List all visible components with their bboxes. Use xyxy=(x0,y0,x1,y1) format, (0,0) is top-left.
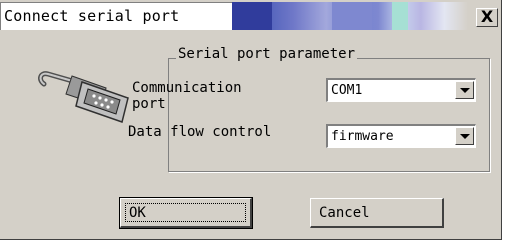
title-bar-gradient xyxy=(232,2,468,30)
communication-port-label-line1: Communication xyxy=(132,80,242,96)
chevron-down-icon[interactable] xyxy=(455,127,474,145)
serial-connector-icon xyxy=(38,71,129,123)
serial-port-parameter-group xyxy=(168,58,490,172)
cancel-button-label: Cancel xyxy=(319,205,370,221)
communication-port-select[interactable]: COM1 xyxy=(326,78,476,102)
group-title: Serial port parameter xyxy=(176,46,358,62)
communication-port-value: COM1 xyxy=(331,83,363,98)
ok-button[interactable]: OK xyxy=(119,197,253,229)
chevron-down-icon[interactable] xyxy=(455,81,474,99)
communication-port-label-line2: port xyxy=(132,96,166,112)
data-flow-control-label: Data flow control xyxy=(128,124,272,140)
ok-button-label: OK xyxy=(129,205,146,221)
data-flow-control-value: firmware xyxy=(331,129,394,144)
title-area: Connect serial port xyxy=(0,2,232,30)
title-bar[interactable]: Connect serial port X xyxy=(0,2,502,30)
connect-serial-port-dialog: Connect serial port X Serial port parame… xyxy=(0,0,502,240)
data-flow-control-select[interactable]: firmware xyxy=(326,124,476,148)
dialog-title: Connect serial port xyxy=(4,7,180,25)
close-button[interactable]: X xyxy=(476,8,498,27)
cancel-button[interactable]: Cancel xyxy=(310,198,444,228)
